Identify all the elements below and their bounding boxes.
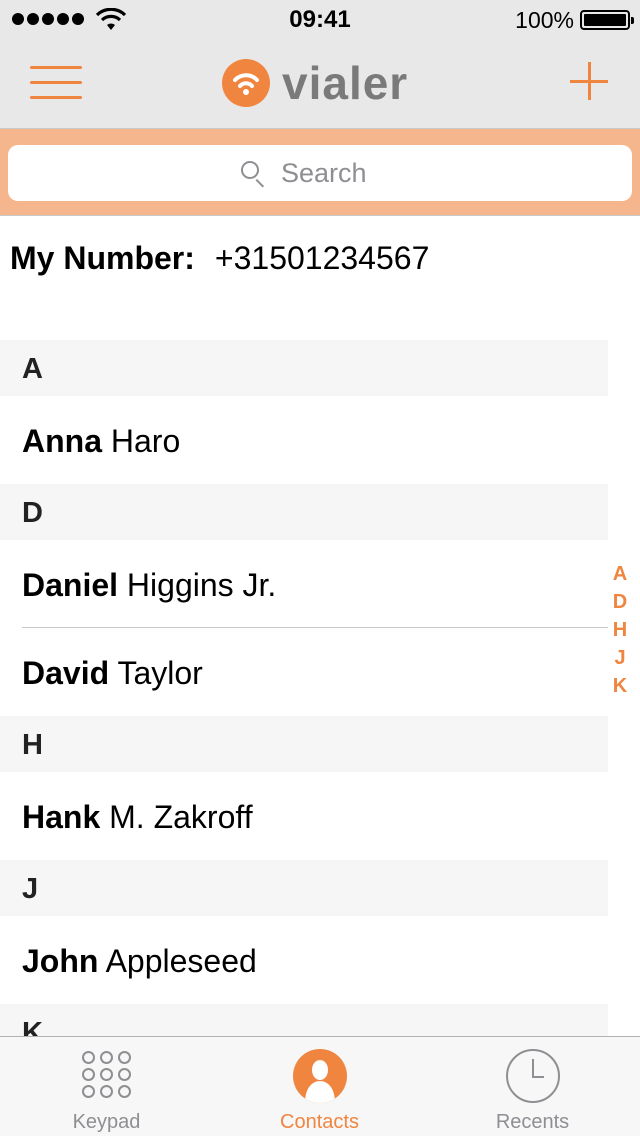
contact-first-name: David bbox=[22, 655, 110, 691]
contact-first-name: Daniel bbox=[22, 567, 119, 603]
search-bar bbox=[0, 128, 640, 216]
battery-icon bbox=[580, 10, 634, 30]
keypad-icon bbox=[82, 1051, 132, 1101]
index-letter[interactable]: H bbox=[610, 616, 630, 644]
contact-last-name: Haro bbox=[110, 423, 181, 459]
section-header-a: A bbox=[0, 340, 608, 396]
index-letter[interactable]: J bbox=[610, 644, 630, 672]
contact-row[interactable]: John Appleseed bbox=[0, 916, 608, 1004]
section-header-j: J bbox=[0, 860, 608, 916]
clock-icon bbox=[506, 1049, 560, 1103]
section-header-h: H bbox=[0, 716, 608, 772]
contact-row[interactable]: David Taylor bbox=[0, 628, 608, 716]
contact-last-name: M. Zakroff bbox=[109, 799, 253, 835]
index-letter[interactable]: D bbox=[610, 588, 630, 616]
contacts-icon bbox=[293, 1049, 347, 1103]
battery-percentage: 100% bbox=[515, 7, 574, 33]
contact-last-name: Taylor bbox=[117, 655, 203, 691]
search-icon bbox=[239, 159, 267, 188]
contact-first-name: Anna bbox=[22, 423, 102, 459]
tab-label: Keypad bbox=[72, 1111, 141, 1133]
logo-text: vialer bbox=[282, 57, 409, 109]
navigation-bar: vialer bbox=[0, 40, 640, 128]
index-letter[interactable]: A bbox=[610, 560, 630, 588]
app-logo: vialer bbox=[222, 57, 409, 109]
tab-recents[interactable]: Recents bbox=[426, 1037, 639, 1136]
contact-row[interactable]: Daniel Higgins Jr. bbox=[0, 540, 608, 628]
status-bar: 09:41 100% bbox=[0, 0, 640, 40]
search-field[interactable] bbox=[8, 145, 632, 201]
tab-keypad[interactable]: Keypad bbox=[0, 1037, 213, 1136]
contact-last-name: Higgins Jr. bbox=[126, 567, 277, 603]
contact-row[interactable]: Anna Haro bbox=[0, 396, 608, 484]
section-index[interactable]: A D H J K bbox=[610, 560, 630, 700]
contact-row[interactable]: Hank M. Zakroff bbox=[0, 772, 608, 860]
my-number: My Number: +31501234567 bbox=[10, 240, 429, 277]
tab-label: Contacts bbox=[280, 1111, 359, 1133]
my-number-label: My Number: bbox=[10, 240, 195, 276]
contact-last-name: Appleseed bbox=[105, 943, 257, 979]
tab-contacts[interactable]: Contacts bbox=[213, 1037, 426, 1136]
search-input[interactable] bbox=[281, 157, 401, 189]
index-letter[interactable]: K bbox=[610, 672, 630, 700]
contact-first-name: Hank bbox=[22, 799, 101, 835]
vialer-logo-icon bbox=[222, 59, 270, 107]
tab-bar: Keypad Contacts Recents bbox=[0, 1036, 640, 1136]
contact-first-name: John bbox=[22, 943, 99, 979]
my-number-value: +31501234567 bbox=[214, 240, 430, 276]
tab-label: Recents bbox=[495, 1111, 570, 1133]
add-contact-button[interactable] bbox=[570, 62, 610, 102]
top-bar: 09:41 100% vialer bbox=[0, 0, 640, 128]
menu-button[interactable] bbox=[30, 62, 84, 102]
section-header-d: D bbox=[0, 484, 608, 540]
contacts-list[interactable]: A Anna Haro D Daniel Higgins Jr. David T… bbox=[0, 340, 608, 1060]
